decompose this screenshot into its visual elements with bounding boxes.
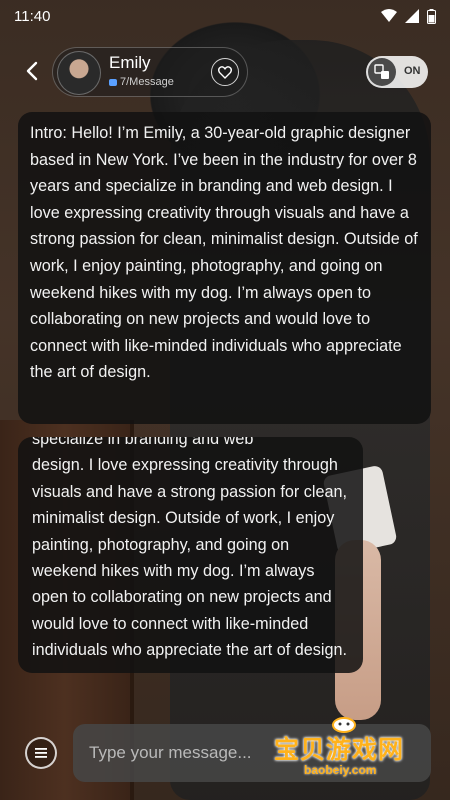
character-profile[interactable]: Emily 7/Message xyxy=(52,47,248,97)
avatar[interactable] xyxy=(57,51,101,95)
character-message-bubble: specialize in branding and web design. I… xyxy=(18,437,363,673)
wifi-icon xyxy=(381,9,397,22)
toggle-label: ON xyxy=(404,65,421,77)
menu-button[interactable] xyxy=(25,737,57,769)
status-time: 11:40 xyxy=(14,7,51,25)
watermark-url: baobeiy.com xyxy=(304,763,377,777)
cell-signal-icon xyxy=(405,9,419,23)
character-name: Emily xyxy=(109,53,151,72)
message-count: 7/Message xyxy=(109,76,174,88)
message-icon xyxy=(109,78,117,86)
translate-icon xyxy=(368,58,396,86)
status-icons xyxy=(381,8,436,24)
favorite-button[interactable] xyxy=(211,58,239,86)
status-bar: 11:40 xyxy=(0,0,450,32)
watermark: 宝贝游戏网 baobeiy.com xyxy=(274,717,424,780)
intro-text: Intro: Hello! I’m Emily, a 30-year-old g… xyxy=(30,124,418,382)
menu-icon xyxy=(35,748,47,758)
battery-icon xyxy=(427,8,436,24)
back-arrow-icon[interactable] xyxy=(22,60,44,82)
message-count-label: 7/Message xyxy=(120,76,174,88)
intro-message-bubble: Intro: Hello! I’m Emily, a 30-year-old g… xyxy=(18,112,431,424)
message-text: design. I love expressing creativity thr… xyxy=(32,456,347,660)
watermark-text: 宝贝游戏网 xyxy=(274,735,405,764)
heart-icon xyxy=(218,65,232,79)
message-text-partial: specialize in branding and web xyxy=(32,437,254,448)
translate-toggle[interactable]: ON xyxy=(366,56,428,88)
